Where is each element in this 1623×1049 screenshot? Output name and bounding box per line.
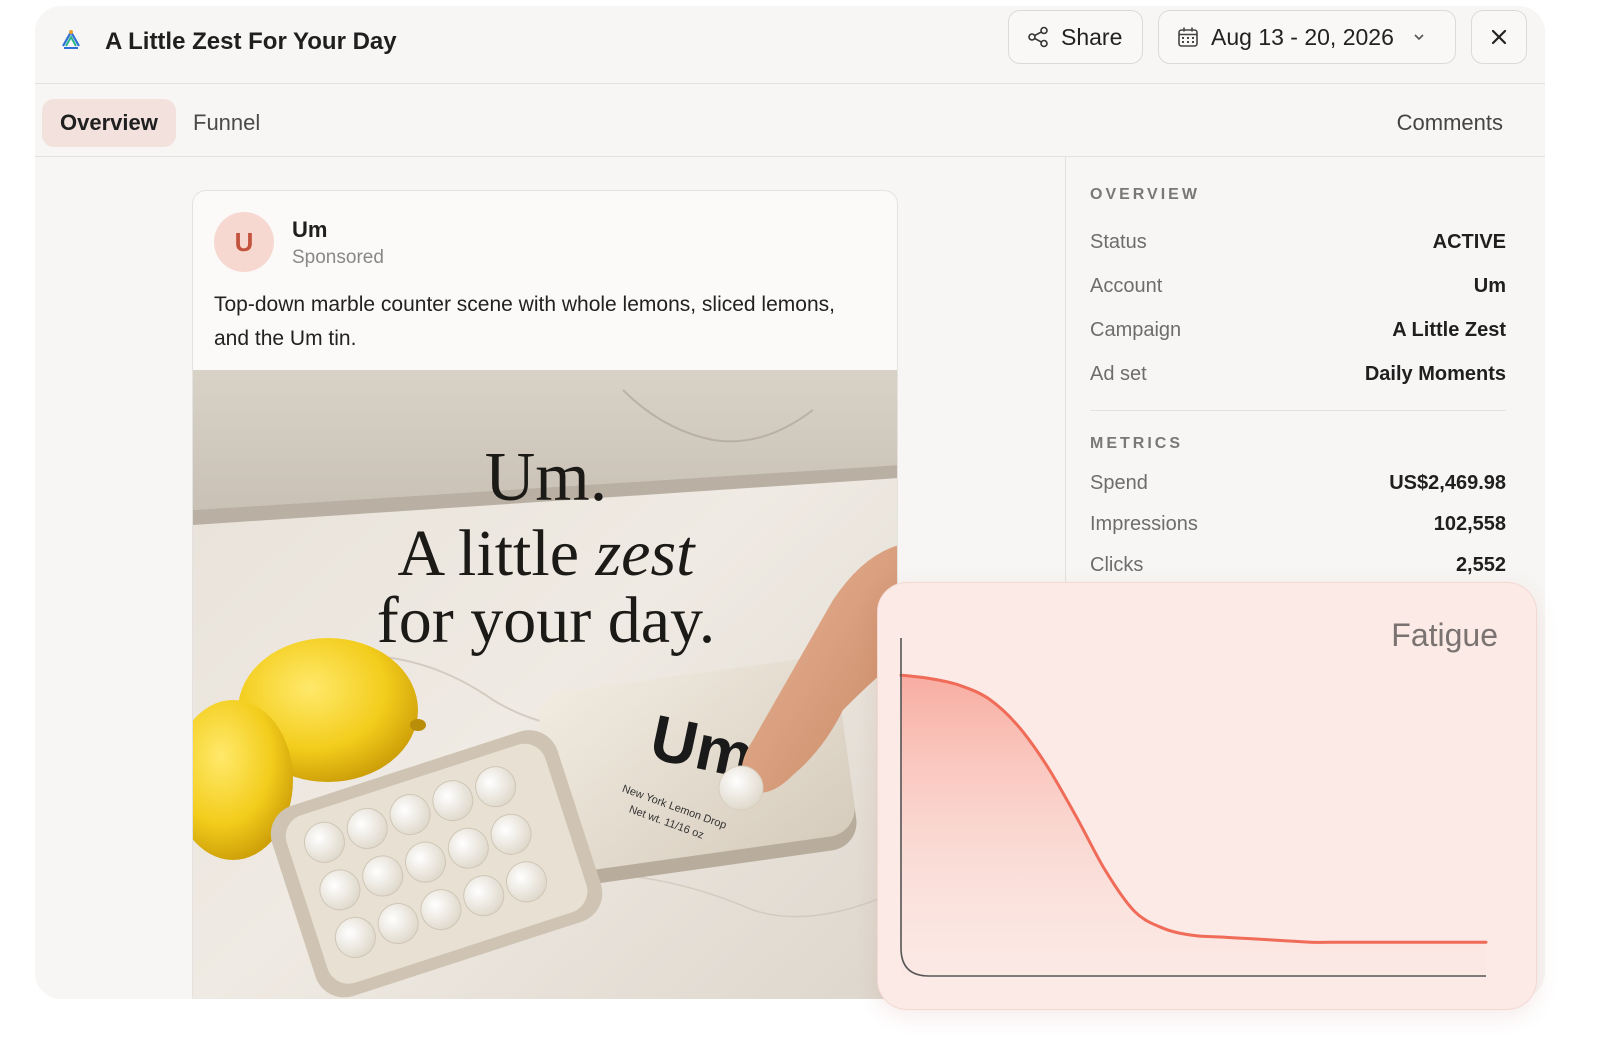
date-range-value: Aug 13 - 20, 2026: [1211, 23, 1394, 50]
fatigue-chart: [899, 638, 1488, 977]
ad-headline-line2: A little zest: [398, 517, 697, 590]
overview-row-campaign: Campaign A Little Zest: [1090, 308, 1506, 352]
tab-overview[interactable]: Overview: [42, 99, 176, 147]
sponsored-label: Sponsored: [292, 247, 384, 268]
impressions-label: Impressions: [1090, 513, 1198, 535]
adset-label: Ad set: [1090, 362, 1147, 385]
ad-preview-card: U Um Sponsored Top-down marble counter s…: [192, 190, 898, 999]
header-bar: A Little Zest For Your Day Share Aug 13 …: [35, 6, 1545, 84]
ad-headline-line1: Um.: [485, 439, 608, 516]
close-icon: [1491, 29, 1507, 45]
metric-row-impressions: Impressions 102,558: [1090, 504, 1506, 545]
metric-row-clicks: Clicks 2,552: [1090, 545, 1506, 586]
campaign-label: Campaign: [1090, 318, 1182, 341]
page-title: A Little Zest For Your Day: [105, 28, 397, 55]
overview-row-adset: Ad set Daily Moments: [1090, 352, 1506, 396]
calendar-icon: [1178, 27, 1198, 47]
clicks-value: 2,552: [1455, 554, 1506, 576]
chevron-down-icon: [1414, 34, 1424, 41]
close-button[interactable]: [1471, 10, 1527, 64]
status-label: Status: [1090, 230, 1147, 253]
ad-caption: Top-down marble counter scene with whole…: [214, 293, 835, 350]
overview-row-status: Status ACTIVE: [1090, 220, 1506, 264]
spend-value: US$2,469.98: [1389, 472, 1506, 494]
ad-headline-zest: zest: [595, 517, 697, 590]
account-value: Um: [1473, 274, 1506, 297]
tab-bar: Overview Funnel Comments: [35, 84, 1545, 157]
adset-value: Daily Moments: [1364, 362, 1506, 385]
overview-panel: OVERVIEW Status ACTIVE Account Um Campai…: [1090, 184, 1506, 586]
app-logo-icon: [62, 29, 80, 49]
clicks-label: Clicks: [1090, 554, 1144, 576]
ad-headline-line2-prefix: A little: [398, 517, 596, 590]
ad-creative-image: Um. A little zest for your day. Um New Y…: [193, 370, 897, 999]
ad-headline-line3: for your day.: [377, 584, 715, 657]
overview-row-account: Account Um: [1090, 264, 1506, 308]
share-button[interactable]: Share: [1008, 10, 1143, 64]
campaign-value: A Little Zest: [1392, 318, 1506, 341]
spend-label: Spend: [1090, 472, 1148, 494]
metrics-section-label: METRICS: [1090, 435, 1183, 452]
share-label: Share: [1061, 23, 1123, 50]
avatar: U: [214, 212, 274, 272]
overview-section-label: OVERVIEW: [1090, 186, 1200, 203]
advertiser-name: Um: [292, 217, 328, 242]
account-label: Account: [1090, 274, 1163, 297]
tab-funnel[interactable]: Funnel: [175, 99, 278, 147]
status-value: ACTIVE: [1432, 230, 1506, 253]
fatigue-area: [901, 675, 1486, 976]
tab-comments[interactable]: Comments: [1379, 99, 1521, 147]
date-range-picker[interactable]: Aug 13 - 20, 2026: [1158, 10, 1456, 64]
impressions-value: 102,558: [1433, 513, 1506, 535]
metric-row-spend: Spend US$2,469.98: [1090, 463, 1506, 504]
section-divider: [1090, 410, 1506, 411]
share-icon: [1028, 26, 1048, 48]
fatigue-chart-card: Fatigue: [877, 582, 1537, 1010]
